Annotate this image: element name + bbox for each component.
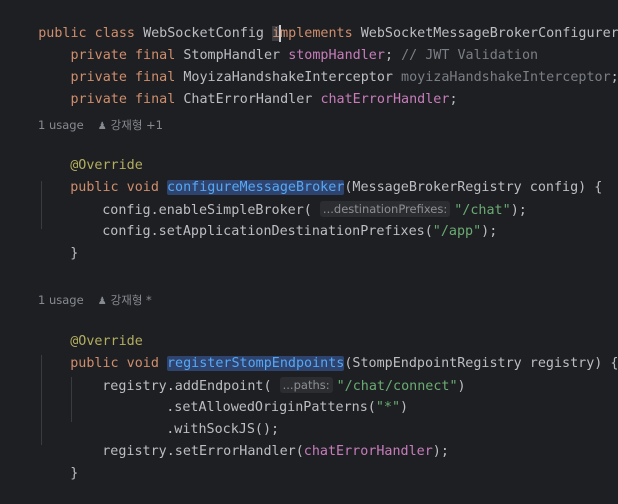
usages-link[interactable]: 1 usage — [38, 118, 84, 132]
person-icon: ♟ — [97, 296, 107, 307]
punct: ) — [400, 400, 409, 415]
method-signature-line[interactable]: public void configureMessageBroker(Messa… — [38, 158, 602, 195]
field-line[interactable]: private final MoyizaHandshakeInterceptor… — [6, 48, 618, 85]
code-line[interactable]: registry.setErrorHandler(chatErrorHandle… — [70, 422, 449, 459]
punct: ); — [510, 203, 527, 218]
punct: ; — [610, 70, 618, 85]
punct: ) — [457, 379, 466, 394]
field-type: ChatErrorHandler — [183, 92, 321, 107]
field-line[interactable]: private final StompHandler stompHandler;… — [6, 26, 538, 63]
code-line[interactable]: .setAllowedOriginPatterns("*") — [134, 378, 408, 415]
usages-link[interactable]: 1 usage — [38, 293, 84, 307]
call: registry.setErrorHandler( — [102, 444, 304, 459]
closing-brace-line[interactable]: } — [38, 444, 78, 481]
class-declaration-line[interactable]: public class WebSocketConfig implements … — [6, 4, 618, 42]
field-line[interactable]: private final ChatErrorHandler chatError… — [6, 70, 457, 107]
author-link[interactable]: 강재형 +1 — [111, 118, 163, 132]
code-vision-hints[interactable]: 1 usage ♟ 강재형 * — [38, 291, 152, 309]
field-name: chatErrorHandler — [320, 92, 450, 107]
punct: ); — [481, 224, 498, 239]
code-line[interactable]: .withSockJS(); — [134, 400, 279, 437]
closing-brace: } — [70, 246, 79, 261]
punct: ); — [432, 444, 449, 459]
closing-brace-line[interactable]: } — [38, 224, 78, 261]
code-vision-hints[interactable]: 1 usage ♟ 강재형 +1 — [38, 116, 163, 134]
code-editor[interactable]: public class WebSocketConfig implements … — [0, 0, 618, 481]
author-link[interactable]: 강재형 * — [111, 293, 152, 307]
closing-brace: } — [70, 466, 79, 481]
field-reference: chatErrorHandler — [303, 444, 433, 459]
annotation-line[interactable]: @Override — [38, 136, 143, 173]
string-literal: "*" — [375, 400, 401, 415]
code-line[interactable]: registry.addEndpoint( ...paths: "/chat/co… — [70, 356, 466, 394]
annotation-line[interactable]: @Override — [38, 312, 143, 349]
code-line[interactable]: config.setApplicationDestinationPrefixes… — [70, 202, 497, 239]
method-signature-line[interactable]: public void registerStompEndpoints(Stomp… — [38, 334, 618, 371]
call: config.setApplicationDestinationPrefixes… — [102, 224, 433, 239]
code-line[interactable]: config.enableSimpleBroker( ...destinatio… — [70, 180, 527, 218]
string-literal: "/app" — [432, 224, 482, 239]
punct: ; — [449, 92, 458, 107]
person-icon: ♟ — [97, 121, 107, 132]
keyword: private final — [38, 92, 184, 107]
